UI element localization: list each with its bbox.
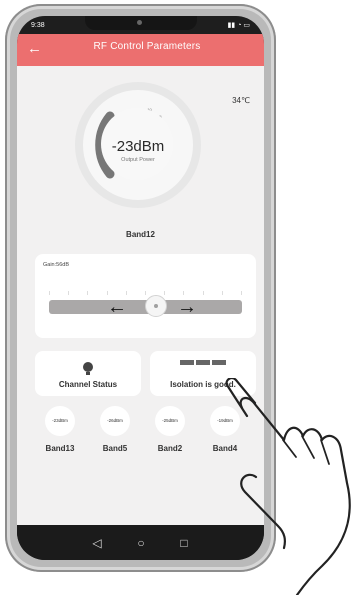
band-item-band5[interactable]: -26dBm Band5 — [92, 406, 142, 462]
gain-slider-ticks — [49, 291, 242, 295]
gauge-center-text: -23dBm Output Power — [83, 138, 193, 163]
app-bar: ← RF Control Parameters — [17, 34, 264, 66]
home-nav-icon[interactable]: ○ — [133, 535, 149, 551]
right-arrow-icon[interactable]: → — [177, 297, 197, 317]
left-arrow-icon[interactable]: ← — [107, 297, 127, 317]
status-time: 9:38 — [31, 21, 45, 29]
band-value: -25dBm — [162, 418, 178, 423]
bulb-icon — [83, 362, 93, 375]
gain-slider-thumb[interactable] — [145, 295, 167, 317]
hand-pointer-icon — [225, 378, 351, 595]
band-name: Band5 — [102, 444, 128, 453]
band-item-band13[interactable]: -23dBm Band13 — [37, 406, 87, 462]
band-value: -26dBm — [107, 418, 123, 423]
output-power-value: -23dBm — [111, 138, 165, 155]
band-name: Band13 — [45, 444, 75, 453]
gain-control-card: Gain:56dB ← → — [35, 254, 256, 338]
channel-status-card[interactable]: Channel Status — [35, 351, 141, 396]
channel-status-label: Channel Status — [58, 380, 118, 389]
recent-apps-icon[interactable]: □ — [176, 535, 192, 551]
output-power-label: Output Power — [121, 157, 155, 163]
temperature-badge: 34℃ — [232, 96, 250, 105]
camera-icon — [137, 20, 142, 25]
band-item-band2[interactable]: -25dBm Band2 — [147, 406, 197, 462]
band-circle[interactable]: -23dBm — [45, 406, 75, 436]
status-icons: ▮▮ ◔ ▭ — [227, 22, 250, 29]
current-band-title: Band12 — [126, 230, 155, 239]
band-value: -23dBm — [52, 418, 68, 423]
back-arrow-icon[interactable]: ← — [27, 40, 45, 58]
band-circle[interactable]: -25dBm — [155, 406, 185, 436]
page-title: RF Control Parameters — [93, 41, 201, 52]
band-circle[interactable]: -26dBm — [100, 406, 130, 436]
gain-label: Gain:56dB — [43, 262, 69, 268]
back-nav-icon[interactable]: ◁ — [89, 535, 105, 551]
isolation-bars-icon — [180, 360, 226, 365]
output-power-gauge: -20 -10 -5 0 5 10 15 -15 -25 -30 -23dBm … — [75, 82, 201, 208]
band-name: Band2 — [157, 444, 183, 453]
gain-slider[interactable]: ← → — [49, 295, 242, 317]
